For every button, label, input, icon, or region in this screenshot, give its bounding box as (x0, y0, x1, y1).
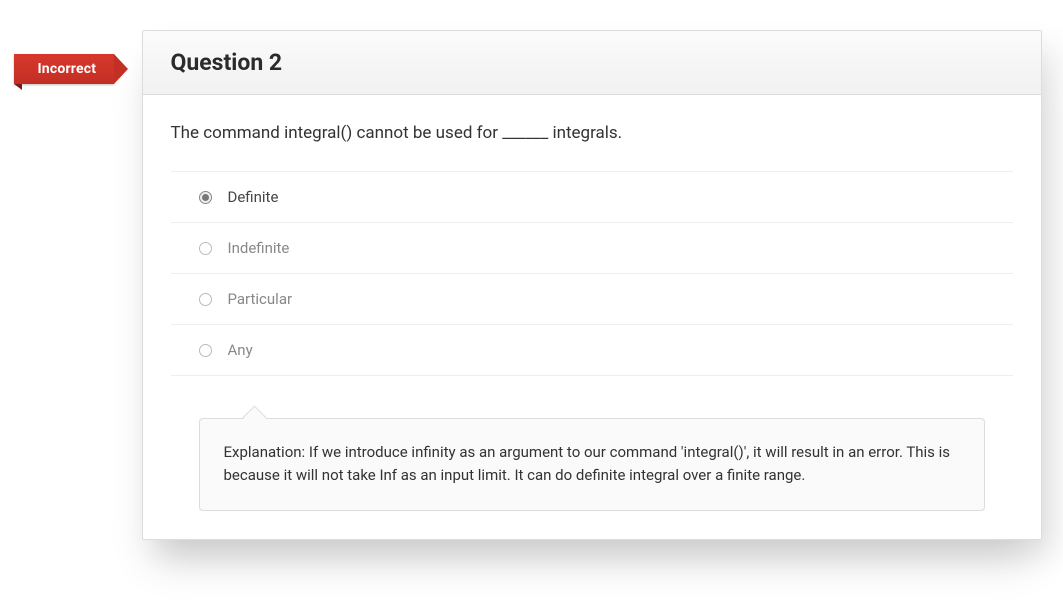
option-row[interactable]: Indefinite (171, 223, 1013, 274)
card-body: The command integral() cannot be used fo… (143, 95, 1041, 511)
option-label: Definite (228, 188, 279, 206)
option-row[interactable]: Any (171, 325, 1013, 376)
explanation-text: Explanation: If we introduce infinity as… (224, 443, 951, 484)
explanation-box: Explanation: If we introduce infinity as… (199, 418, 985, 511)
option-row[interactable]: Particular (171, 274, 1013, 325)
status-ribbon: Incorrect (14, 54, 115, 84)
option-label: Particular (228, 290, 293, 308)
question-card: Question 2 The command integral() cannot… (142, 30, 1042, 540)
status-ribbon-label: Incorrect (38, 61, 97, 77)
radio-icon (199, 293, 212, 306)
radio-icon (199, 191, 212, 204)
options-list: Definite Indefinite Particular Any (171, 171, 1013, 376)
question-card-wrapper: Incorrect Question 2 The command integra… (22, 30, 1042, 540)
question-text: The command integral() cannot be used fo… (171, 123, 1013, 143)
radio-icon (199, 344, 212, 357)
option-label: Indefinite (228, 239, 290, 257)
question-title: Question 2 (171, 49, 1013, 76)
radio-icon (199, 242, 212, 255)
option-row[interactable]: Definite (171, 172, 1013, 223)
card-header: Question 2 (143, 31, 1041, 95)
option-label: Any (228, 341, 253, 359)
